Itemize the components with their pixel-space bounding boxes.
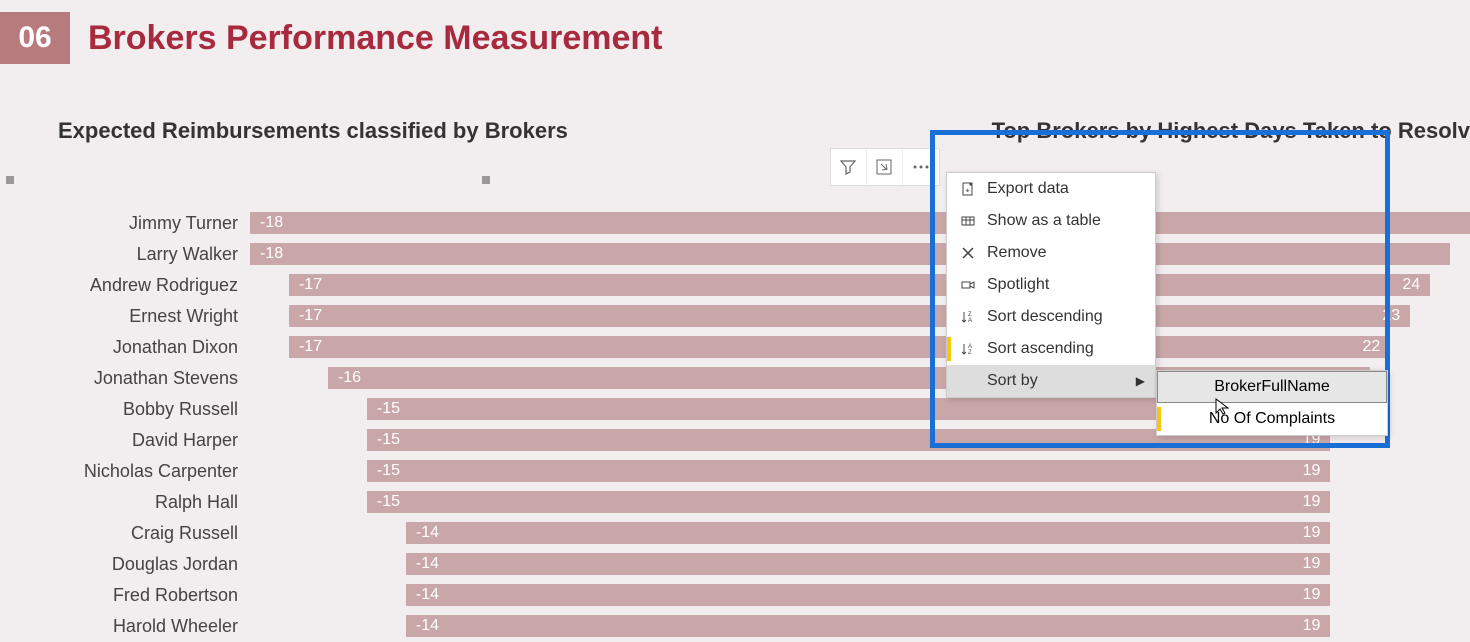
bar-fill: -18 — [250, 243, 952, 265]
bar-row[interactable]: 19 — [952, 580, 1470, 610]
menu-label: Sort by — [987, 372, 1038, 390]
menu-label: Spotlight — [987, 276, 1049, 294]
bar-row[interactable]: Craig Russell -14 — [0, 518, 952, 548]
bar-category-label: Craig Russell — [0, 523, 250, 544]
spotlight-icon — [957, 278, 979, 292]
bar-fill: -15 — [367, 429, 952, 451]
bar-row[interactable]: David Harper -15 — [0, 425, 952, 455]
bar-fill: 19 — [952, 522, 1331, 544]
bar-fill: 19 — [952, 491, 1331, 513]
bar-fill: 19 — [952, 584, 1331, 606]
bar-row[interactable]: Larry Walker-18 — [0, 239, 952, 269]
menu-label: Sort ascending — [987, 340, 1094, 358]
bar-row[interactable]: 19 — [952, 487, 1470, 517]
svg-text:Z: Z — [968, 350, 972, 356]
page-title: Brokers Performance Measurement — [88, 19, 662, 58]
bar-category-label: Harold Wheeler — [0, 616, 250, 637]
bar-fill: -14 — [406, 615, 952, 637]
submenu-label: No Of Complaints — [1209, 410, 1335, 428]
bar-row[interactable]: Andrew Rodriguez -17 — [0, 270, 952, 300]
left-chart-title: Expected Reimbursements classified by Br… — [58, 118, 952, 144]
menu-label: Export data — [987, 180, 1069, 198]
submenu-no-of-complaints[interactable]: No Of Complaints — [1157, 403, 1387, 435]
bar-fill: -15 — [367, 491, 952, 513]
bar-fill: 19 — [952, 460, 1331, 482]
menu-spotlight[interactable]: Spotlight — [947, 269, 1155, 301]
bar-row[interactable]: 19 — [952, 518, 1470, 548]
bar-row[interactable]: Fred Robertson -14 — [0, 580, 952, 610]
bar-row[interactable]: Harold Wheeler -14 — [0, 611, 952, 641]
bar-fill: 19 — [952, 553, 1331, 575]
bar-category-label: Ernest Wright — [0, 306, 250, 327]
menu-label: Remove — [987, 244, 1047, 262]
sort-by-submenu: BrokerFullName No Of Complaints — [1156, 370, 1388, 436]
bar-row[interactable]: Jimmy Turner-18 — [0, 208, 952, 238]
menu-label: Show as a table — [987, 212, 1101, 230]
bar-fill: -18 — [250, 212, 952, 234]
page-number-badge: 06 — [0, 12, 70, 64]
visual-toolbar — [830, 148, 940, 186]
bar-fill: -17 — [289, 336, 952, 358]
bar-row[interactable]: 19 — [952, 549, 1470, 579]
selection-handle[interactable] — [6, 176, 14, 184]
page-header: 06 Brokers Performance Measurement — [0, 0, 1470, 64]
selection-handle[interactable] — [482, 176, 490, 184]
context-menu: Export data Show as a table Remove Spotl… — [946, 172, 1156, 398]
sort-asc-icon: AZ — [957, 342, 979, 356]
export-icon — [957, 182, 979, 196]
bar-fill: -17 — [289, 274, 952, 296]
bar-row[interactable]: Douglas Jordan -14 — [0, 549, 952, 579]
focus-mode-icon[interactable] — [867, 149, 903, 185]
more-options-icon[interactable] — [903, 149, 939, 185]
bar-row[interactable]: Jonathan Stevens -16 — [0, 363, 952, 393]
bar-fill: -17 — [289, 305, 952, 327]
bar-category-label: Bobby Russell — [0, 399, 250, 420]
chevron-right-icon: ▶ — [1136, 374, 1145, 388]
menu-export-data[interactable]: Export data — [947, 173, 1155, 205]
bar-category-label: Andrew Rodriguez — [0, 275, 250, 296]
menu-label: Sort descending — [987, 308, 1103, 326]
menu-sort-descending[interactable]: ZA Sort descending — [947, 301, 1155, 333]
bar-category-label: Fred Robertson — [0, 585, 250, 606]
submenu-broker-full-name[interactable]: BrokerFullName — [1157, 371, 1387, 403]
right-chart-title: Top Brokers by Highest Days Taken to Res… — [992, 118, 1470, 144]
bar-fill: 19 — [952, 615, 1331, 637]
table-icon — [957, 214, 979, 228]
remove-icon — [957, 247, 979, 259]
filter-icon[interactable] — [831, 149, 867, 185]
bar-fill: -14 — [406, 584, 952, 606]
bar-category-label: David Harper — [0, 430, 250, 451]
bar-row[interactable]: 19 — [952, 456, 1470, 486]
svg-text:A: A — [968, 318, 972, 324]
left-chart-visual[interactable]: Expected Reimbursements classified by Br… — [0, 118, 952, 642]
bar-category-label: Jonathan Dixon — [0, 337, 250, 358]
menu-sort-ascending[interactable]: AZ Sort ascending — [947, 333, 1155, 365]
bar-category-label: Douglas Jordan — [0, 554, 250, 575]
bar-row[interactable]: 19 — [952, 611, 1470, 641]
bar-row[interactable]: Nicholas Carpenter -15 — [0, 456, 952, 486]
bar-category-label: Nicholas Carpenter — [0, 461, 250, 482]
menu-remove[interactable]: Remove — [947, 237, 1155, 269]
bar-fill: -14 — [406, 522, 952, 544]
bar-row[interactable]: Ralph Hall -15 — [0, 487, 952, 517]
bar-fill: -15 — [367, 460, 952, 482]
submenu-label: BrokerFullName — [1214, 378, 1330, 396]
bar-row[interactable]: Ernest Wright -17 — [0, 301, 952, 331]
bar-category-label: Jimmy Turner — [0, 213, 250, 234]
menu-show-as-table[interactable]: Show as a table — [947, 205, 1155, 237]
bar-fill: -16 — [328, 367, 952, 389]
bar-category-label: Jonathan Stevens — [0, 368, 250, 389]
menu-sort-by[interactable]: Sort by ▶ — [947, 365, 1155, 397]
bar-category-label: Ralph Hall — [0, 492, 250, 513]
bar-category-label: Larry Walker — [0, 244, 250, 265]
bar-fill: -14 — [406, 553, 952, 575]
left-bars-area: Jimmy Turner-18Larry Walker-18Andrew Rod… — [0, 208, 952, 642]
bar-row[interactable]: Bobby Russell -15 — [0, 394, 952, 424]
sort-desc-icon: ZA — [957, 310, 979, 324]
bar-row[interactable]: Jonathan Dixon -17 — [0, 332, 952, 362]
bar-fill: -15 — [367, 398, 952, 420]
